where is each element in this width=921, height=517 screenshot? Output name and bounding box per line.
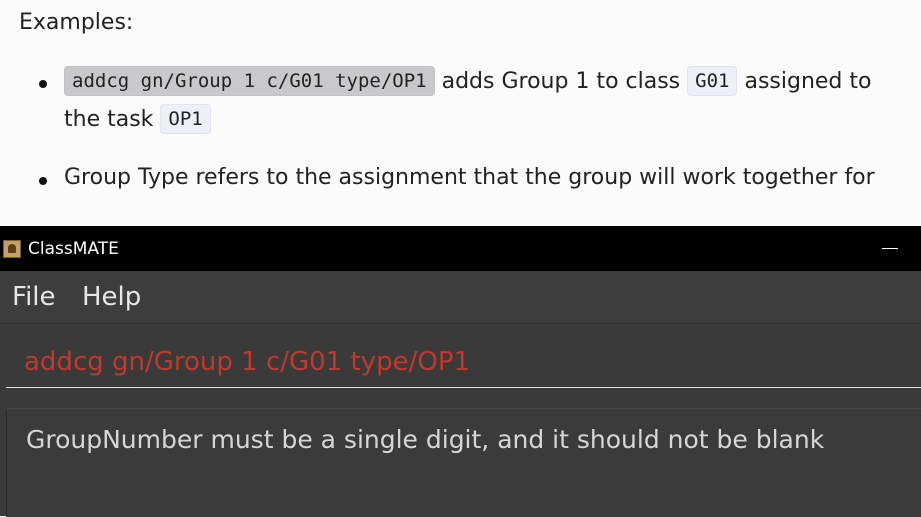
task-code: OP1 — [160, 104, 211, 134]
command-input[interactable] — [6, 336, 921, 388]
example-command-code: addcg gn/Group 1 c/G01 type/OP1 — [64, 66, 435, 96]
example-line-2: Group Type refers to the assignment that… — [64, 165, 875, 190]
menu-file[interactable]: File — [12, 282, 56, 312]
documentation-panel: Examples: addcg gn/Group 1 c/G01 type/OP… — [0, 0, 921, 226]
example-line-1b: the task OP1 — [64, 104, 211, 134]
example-description-3: the task — [64, 106, 154, 132]
app-icon — [3, 240, 21, 258]
result-message: GroupNumber must be a single digit, and … — [26, 425, 825, 454]
menu-bar: File Help — [0, 271, 921, 324]
group-type-note: Group Type refers to the assignment that… — [64, 165, 875, 190]
title-bar[interactable]: ClassMATE — [0, 226, 921, 271]
example-description: adds Group 1 to class — [441, 68, 681, 94]
window-title: ClassMATE — [28, 239, 119, 259]
example-description-2: assigned to — [744, 68, 872, 94]
command-box — [0, 324, 921, 402]
class-code: G01 — [687, 66, 738, 96]
result-display: GroupNumber must be a single digit, and … — [6, 408, 921, 517]
bullet-icon — [39, 80, 47, 88]
classmate-window: ClassMATE File Help GroupNumber must be … — [0, 226, 921, 517]
example-line-1: addcg gn/Group 1 c/G01 type/OP1 adds Gro… — [64, 66, 871, 96]
examples-heading: Examples: — [19, 10, 134, 35]
bullet-icon — [39, 177, 47, 185]
menu-help[interactable]: Help — [82, 282, 141, 312]
minimize-icon[interactable] — [878, 236, 904, 262]
